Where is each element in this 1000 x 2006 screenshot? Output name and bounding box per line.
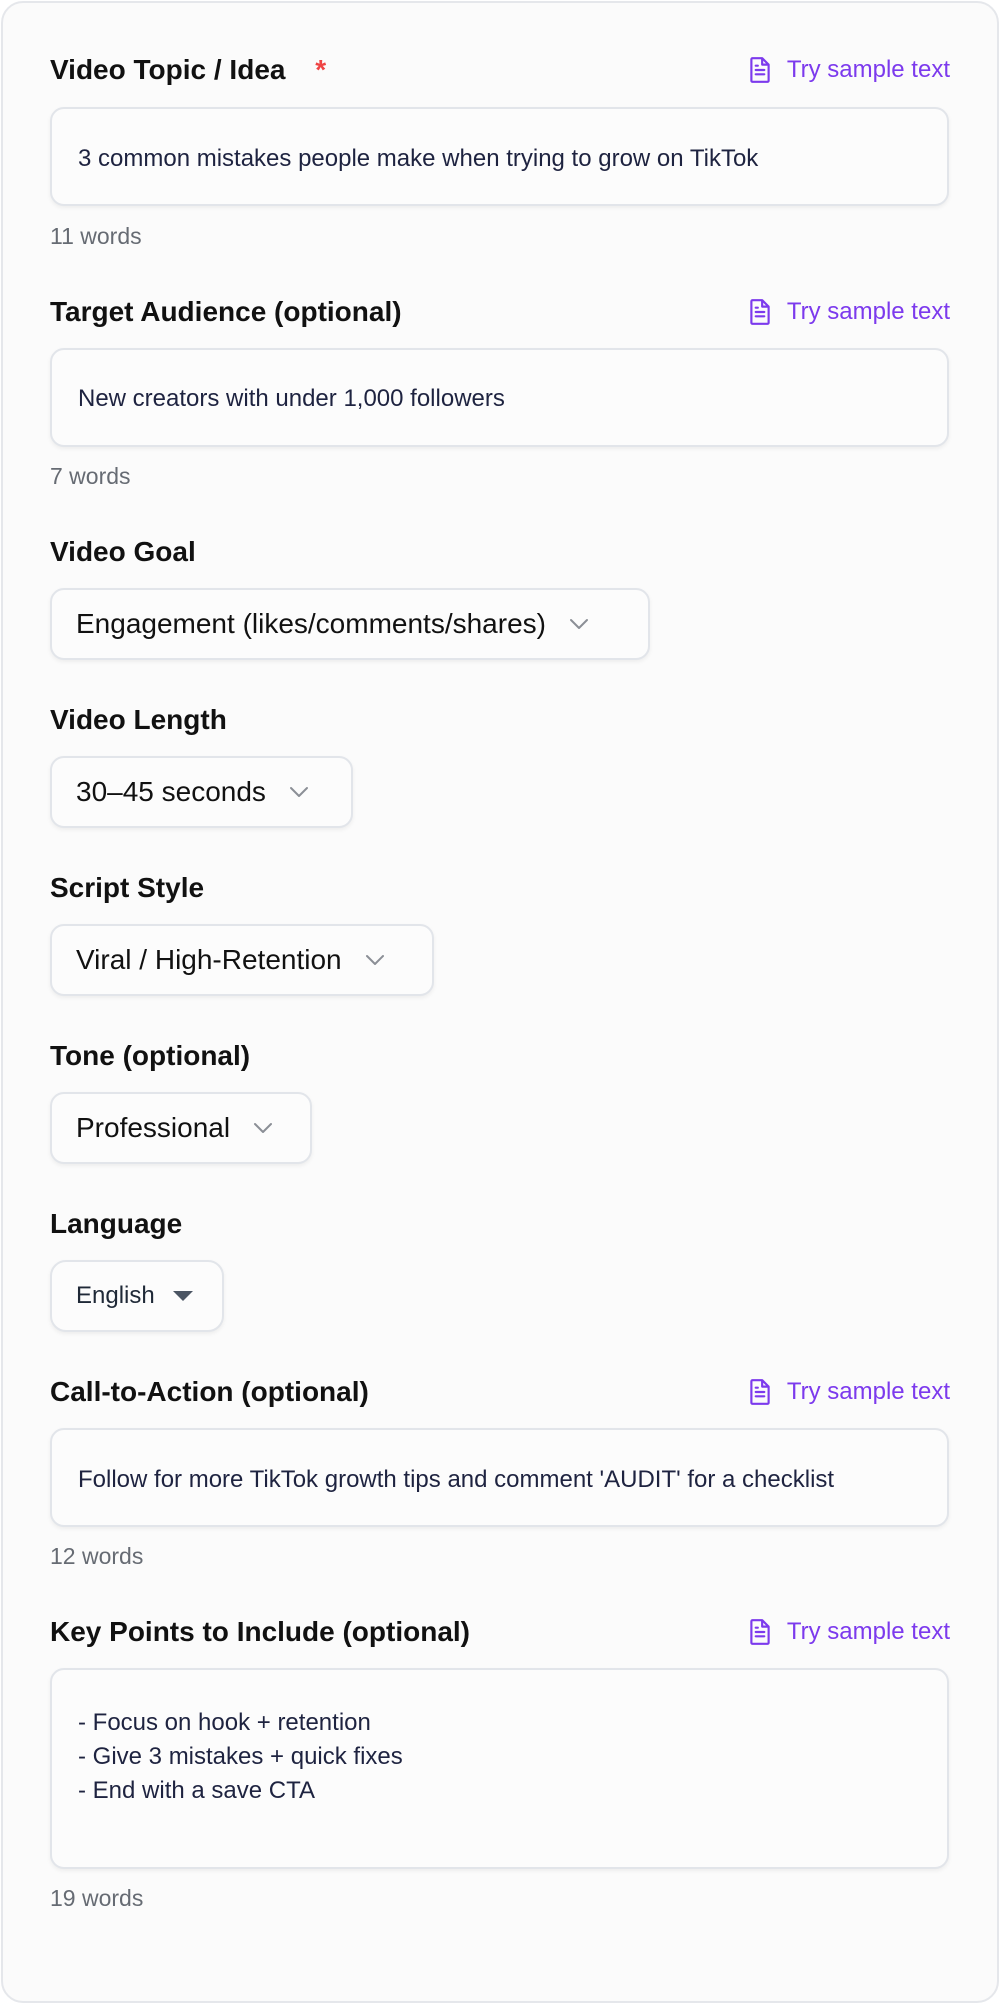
cta-label: Call-to-Action (optional) [50, 1376, 369, 1407]
language-label: Language [50, 1208, 183, 1239]
audience-input[interactable]: New creators with under 1,000 followers [50, 348, 949, 447]
try-sample-label: Try sample text [786, 1618, 950, 1645]
cta-try-sample-button[interactable]: Try sample text [747, 1378, 950, 1406]
required-mark: * [315, 54, 327, 85]
goal-select-value: Engagement (likes/comments/shares) [76, 608, 546, 639]
length-select[interactable]: 30–45 seconds [50, 756, 353, 828]
key-points-word-count: 19 words [50, 1885, 144, 1911]
topic-input[interactable]: 3 common mistakes people make when tryin… [50, 107, 949, 206]
document-icon [750, 1379, 770, 1405]
style-select[interactable]: Viral / High-Retention [50, 924, 434, 996]
audience-word-count: 7 words [50, 463, 131, 489]
topic-label: Video Topic / Idea * [50, 56, 326, 84]
topic-label-text: Video Topic / Idea [50, 54, 286, 85]
document-icon [750, 299, 770, 325]
cta-input[interactable]: Follow for more TikTok growth tips and c… [50, 1428, 949, 1527]
key-points-value: - Focus on hook + retention - Give 3 mis… [78, 1709, 403, 1804]
tone-select-value: Professional [76, 1112, 231, 1143]
length-label: Video Length [50, 704, 227, 735]
language-select-value: English [76, 1282, 155, 1309]
language-select[interactable]: English [50, 1260, 224, 1332]
topic-word-count: 11 words [50, 223, 142, 249]
audience-try-sample-button[interactable]: Try sample text [747, 298, 950, 326]
style-label: Script Style [50, 872, 205, 903]
document-icon [750, 1619, 770, 1645]
goal-label: Video Goal [50, 536, 196, 567]
chevron-down-icon [569, 619, 588, 629]
chevron-down-icon [289, 787, 308, 797]
tone-select[interactable]: Professional [50, 1092, 312, 1164]
document-icon [750, 57, 770, 83]
key-points-label: Key Points to Include (optional) [50, 1616, 470, 1647]
length-select-value: 30–45 seconds [76, 776, 266, 807]
audience-input-value: New creators with under 1,000 followers [78, 385, 505, 412]
cta-input-value: Follow for more TikTok growth tips and c… [78, 1466, 835, 1493]
style-select-value: Viral / High-Retention [76, 944, 342, 975]
key-points-try-sample-button[interactable]: Try sample text [747, 1618, 950, 1646]
caret-down-icon [172, 1291, 193, 1301]
chevron-down-icon [254, 1123, 273, 1133]
chevron-down-icon [365, 955, 384, 965]
tone-label: Tone (optional) [50, 1040, 251, 1071]
topic-input-value: 3 common mistakes people make when tryin… [78, 145, 759, 172]
goal-select[interactable]: Engagement (likes/comments/shares) [50, 588, 650, 660]
audience-label: Target Audience (optional) [50, 296, 402, 327]
try-sample-label: Try sample text [786, 56, 950, 83]
topic-try-sample-button[interactable]: Try sample text [747, 56, 950, 84]
try-sample-label: Try sample text [786, 1378, 950, 1405]
try-sample-label: Try sample text [786, 298, 950, 325]
cta-word-count: 12 words [50, 1543, 144, 1569]
key-points-textarea[interactable]: - Focus on hook + retention - Give 3 mis… [50, 1668, 949, 1869]
